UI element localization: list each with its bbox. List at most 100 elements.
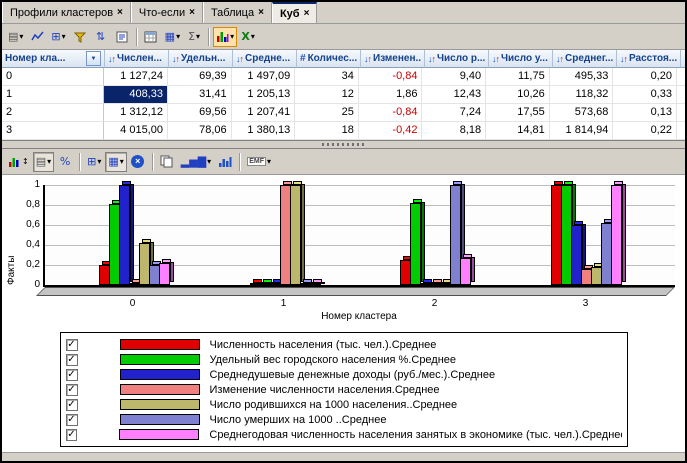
tab-close-icon[interactable]: × xyxy=(304,8,310,19)
column-header[interactable]: ↓ ↑ Изменен... xyxy=(361,50,425,68)
filter-dropdown-icon[interactable]: ▼ xyxy=(86,51,101,66)
copy-button[interactable] xyxy=(157,152,177,172)
table-cell[interactable]: 408,33 xyxy=(104,86,168,104)
column-header[interactable]: # Количес... xyxy=(297,50,361,68)
pivot-button[interactable]: ▦ ▾ xyxy=(105,151,127,172)
dropdown-arrow-icon[interactable]: ▾ xyxy=(120,157,124,166)
bar[interactable] xyxy=(610,185,622,285)
dropdown-arrow-icon[interactable]: ▾ xyxy=(230,32,234,41)
chart-view-button[interactable]: ▾ xyxy=(213,26,238,47)
table-cell[interactable]: 17,55 xyxy=(486,104,550,122)
legend-checkbox[interactable]: ✓ xyxy=(65,368,78,381)
table-cell[interactable]: 31,41 xyxy=(167,86,232,104)
table-cell[interactable]: 69,39 xyxy=(167,68,232,86)
legend-checkbox[interactable]: ✓ xyxy=(65,383,78,396)
table-cell[interactable]: 12 xyxy=(295,86,359,104)
table-cell[interactable]: 34 xyxy=(295,68,359,86)
legend-checkbox[interactable]: ✓ xyxy=(65,353,78,366)
details-button[interactable]: ⊞ ▾ xyxy=(84,152,104,172)
tab-cube[interactable]: Куб × xyxy=(271,2,318,23)
emf-export-button[interactable]: EMF ▾ xyxy=(244,152,274,172)
clear-selection-button[interactable]: × xyxy=(128,152,148,172)
table-cell[interactable]: 0,20 xyxy=(613,68,677,86)
dimensions-button[interactable]: ↕ xyxy=(5,152,32,172)
legend-checkbox[interactable]: ✓ xyxy=(65,413,78,426)
column-header-cluster[interactable]: Номер кла... ▼ xyxy=(2,50,105,68)
table-cell[interactable]: 8,18 xyxy=(422,122,487,140)
column-header[interactable]: ↓ ↑ Средне... xyxy=(233,50,297,68)
tab-what-if[interactable]: Что-если × xyxy=(130,2,203,23)
tab-cluster-profiles[interactable]: Профили кластеров × xyxy=(2,2,131,23)
table-row[interactable]: 01 127,24 69,39 1 497,09 34 -0,84 9,40 11,75 49… xyxy=(2,68,685,86)
table-cell[interactable]: 14,81 xyxy=(486,122,550,140)
table-cell[interactable]: 118,32 xyxy=(549,86,614,104)
table-cell[interactable]: 78,06 xyxy=(167,122,232,140)
excel-export-button[interactable]: X ▾ xyxy=(238,27,258,47)
table-cell[interactable]: -0,42 xyxy=(358,122,423,140)
table-cell[interactable]: 12,43 xyxy=(422,86,487,104)
column-header[interactable]: ↓ ↑ Расстоя... xyxy=(617,50,681,68)
table-cell[interactable]: 495,33 xyxy=(549,68,614,86)
tab-close-icon[interactable]: × xyxy=(189,7,195,18)
sort-button[interactable]: ⇅ xyxy=(91,27,111,47)
row-id-cell[interactable]: 3 xyxy=(2,122,105,140)
dropdown-arrow-icon[interactable]: ▾ xyxy=(196,32,200,41)
dropdown-arrow-icon[interactable]: ▾ xyxy=(251,32,255,41)
tab-close-icon[interactable]: × xyxy=(258,7,264,18)
dropdown-arrow-icon[interactable]: ▾ xyxy=(176,32,180,41)
table-cell[interactable]: 1 312,12 xyxy=(104,104,168,122)
report-button[interactable]: ▤ ▾ xyxy=(5,27,26,47)
dropdown-arrow-icon[interactable]: ▾ xyxy=(62,32,66,41)
table-view-button[interactable]: ▦ ▾ xyxy=(162,27,183,47)
bar[interactable] xyxy=(159,263,171,285)
bar-chart-button[interactable]: ▂▅▇ ▾ xyxy=(178,152,214,172)
table-cell[interactable]: 1 497,09 xyxy=(231,68,296,86)
table-cell[interactable]: 18 xyxy=(295,122,359,140)
grid-view-button[interactable] xyxy=(141,27,161,47)
table-cell[interactable]: -0,84 xyxy=(358,104,423,122)
dropdown-arrow-icon[interactable]: ▾ xyxy=(97,157,101,166)
bar[interactable] xyxy=(309,283,321,285)
table-cell[interactable]: 11,75 xyxy=(486,68,550,86)
row-id-cell[interactable]: 2 xyxy=(2,104,105,122)
tab-close-icon[interactable]: × xyxy=(117,7,123,18)
table-cell[interactable]: 573,68 xyxy=(549,104,614,122)
table-cell[interactable]: 1 814,94 xyxy=(549,122,614,140)
table-cell[interactable]: 1,86 xyxy=(358,86,423,104)
row-id-cell[interactable]: 0 xyxy=(2,68,105,86)
table-cell[interactable]: 1 127,24 xyxy=(104,68,168,86)
table-cell[interactable]: 0,33 xyxy=(613,86,677,104)
dropdown-arrow-icon[interactable]: ▾ xyxy=(207,157,211,166)
row-id-cell[interactable]: 1 xyxy=(2,86,105,104)
percent-button[interactable]: % xyxy=(55,152,75,172)
bar[interactable] xyxy=(460,258,472,285)
splitter-handle-icon[interactable] xyxy=(321,143,366,146)
table-cell[interactable]: 69,56 xyxy=(167,104,232,122)
field-chooser-button[interactable]: ⊞ ▾ xyxy=(48,27,68,47)
column-header[interactable]: ↓ ↑ Число у... xyxy=(489,50,553,68)
table-row[interactable]: 21 312,12 69,56 1 207,41 25 -0,84 7,24 17,55 57… xyxy=(2,104,685,122)
table-row[interactable]: 34 015,00 78,06 1 380,13 18 -0,42 8,18 14,81 1 … xyxy=(2,122,685,140)
table-row[interactable]: 1 408,33 31,41 1 205,13 12 1,86 12,43 10,26 118,… xyxy=(2,86,685,104)
dropdown-arrow-icon[interactable]: ▾ xyxy=(47,157,51,166)
bar[interactable] xyxy=(289,185,301,285)
column-header[interactable]: ↓ ↑ Среднег... xyxy=(553,50,617,68)
bar[interactable] xyxy=(119,185,131,285)
column-header[interactable]: ↓ ↑ Удельн... xyxy=(169,50,233,68)
bar[interactable] xyxy=(410,203,422,285)
table-cell[interactable]: 25 xyxy=(295,104,359,122)
histogram-button[interactable] xyxy=(215,152,235,172)
table-cell[interactable]: 1 207,41 xyxy=(231,104,296,122)
table-cell[interactable]: -0,84 xyxy=(358,68,423,86)
chart-plot[interactable] xyxy=(43,185,675,287)
column-header[interactable]: ↓ ↑ Числен... xyxy=(105,50,169,68)
legend-button[interactable]: ▤ ▾ xyxy=(32,151,55,172)
table-cell[interactable]: 4 015,00 xyxy=(104,122,168,140)
legend-checkbox[interactable]: ✓ xyxy=(65,398,78,411)
tab-table[interactable]: Таблица × xyxy=(202,2,272,23)
pane-splitter[interactable] xyxy=(2,140,685,149)
dropdown-arrow-icon[interactable]: ▾ xyxy=(19,32,23,41)
filter-button[interactable] xyxy=(70,27,90,47)
table-cell[interactable]: 0,13 xyxy=(613,104,677,122)
table-cell[interactable]: 10,26 xyxy=(486,86,550,104)
